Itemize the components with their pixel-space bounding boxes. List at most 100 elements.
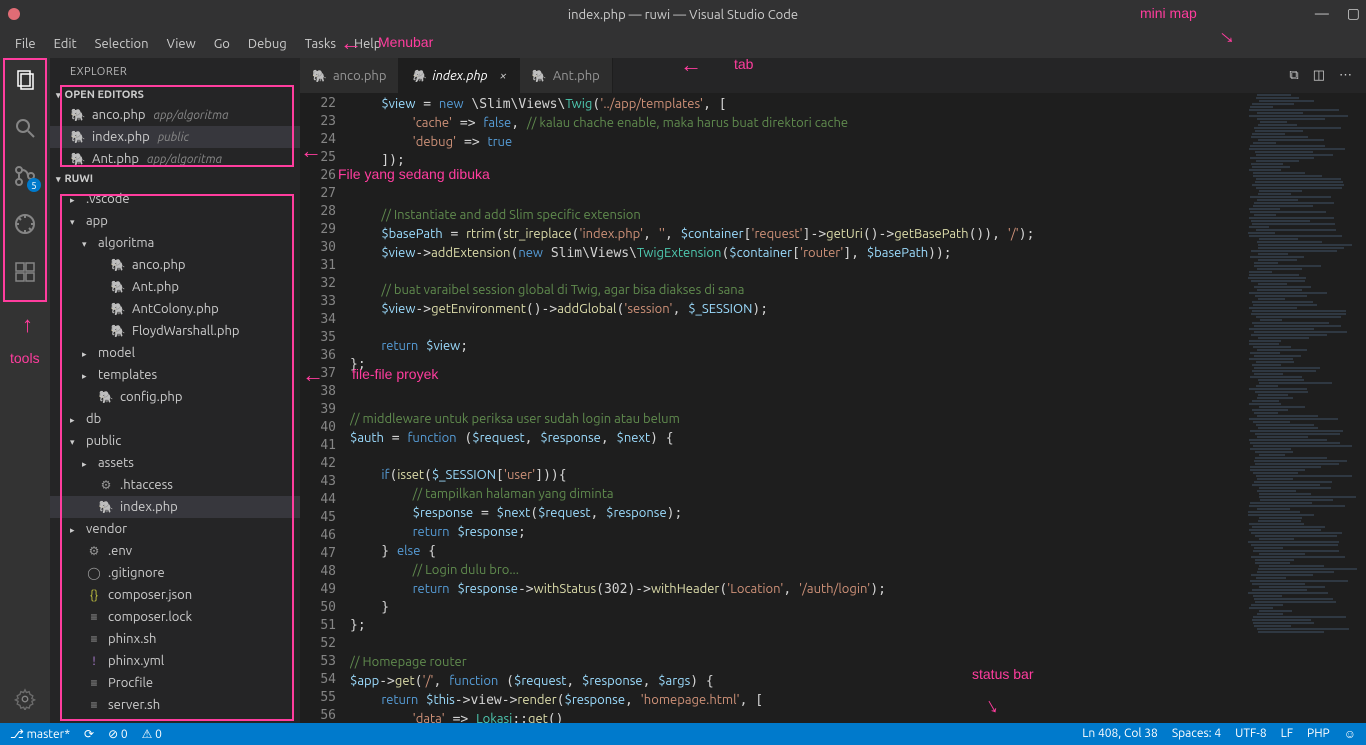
- project-header[interactable]: RUWI: [50, 170, 300, 188]
- chevron-icon: [82, 456, 92, 470]
- file-item[interactable]: ◯.gitignore: [50, 562, 300, 584]
- scm-icon[interactable]: 5: [11, 162, 39, 190]
- php-icon: 🐘: [70, 108, 86, 122]
- folder-item[interactable]: .vscode: [50, 188, 300, 210]
- tab-anco-php[interactable]: 🐘anco.php: [300, 58, 399, 93]
- chevron-icon: [70, 214, 80, 228]
- file-item[interactable]: 🐘config.php: [50, 386, 300, 408]
- file-icon: ≡: [86, 610, 102, 624]
- file-item[interactable]: 🐘Ant.php: [50, 276, 300, 298]
- file-item[interactable]: 🐘index.php: [50, 496, 300, 518]
- status-cursor[interactable]: Ln 408, Col 38: [1082, 727, 1158, 741]
- menu-go[interactable]: Go: [205, 33, 239, 55]
- status-warnings[interactable]: ⚠ 0: [142, 727, 162, 741]
- folder-item[interactable]: model: [50, 342, 300, 364]
- status-lang[interactable]: PHP: [1307, 727, 1330, 741]
- folder-item[interactable]: public: [50, 430, 300, 452]
- activity-bar: 5: [0, 58, 50, 723]
- php-icon: 🐘: [532, 69, 547, 83]
- yaml-icon: !: [86, 655, 102, 668]
- php-icon: 🐘: [411, 69, 426, 83]
- file-icon: ≡: [86, 698, 102, 712]
- folder-item[interactable]: vendor: [50, 518, 300, 540]
- php-icon: 🐘: [110, 302, 126, 316]
- menubar: FileEditSelectionViewGoDebugTasksHelp: [0, 30, 1366, 58]
- folder-item[interactable]: assets: [50, 452, 300, 474]
- gear-icon: ⚙: [98, 478, 114, 492]
- file-item[interactable]: ⚙.htaccess: [50, 474, 300, 496]
- menu-tasks[interactable]: Tasks: [296, 33, 345, 55]
- scm-badge: 5: [27, 178, 41, 192]
- folder-item[interactable]: app: [50, 210, 300, 232]
- file-item[interactable]: {}composer.json: [50, 584, 300, 606]
- debug-icon[interactable]: [11, 210, 39, 238]
- code-editor[interactable]: $view = new \Slim\Views\Twig('../app/tem…: [350, 93, 1246, 723]
- chevron-icon: [82, 236, 92, 250]
- menu-edit[interactable]: Edit: [45, 33, 86, 55]
- status-eol[interactable]: LF: [1281, 727, 1293, 741]
- status-feedback[interactable]: ☺: [1344, 727, 1356, 741]
- php-icon: 🐘: [98, 500, 114, 514]
- menu-file[interactable]: File: [6, 33, 45, 55]
- search-icon[interactable]: [11, 114, 39, 142]
- file-item[interactable]: !phinx.yml: [50, 650, 300, 672]
- chevron-icon: [70, 412, 80, 426]
- titlebar: index.php — ruwi — Visual Studio Code — …: [0, 0, 1366, 30]
- window-title: index.php — ruwi — Visual Studio Code: [568, 8, 798, 22]
- status-encoding[interactable]: UTF-8: [1235, 727, 1266, 741]
- sidebar-title: EXPLORER: [50, 58, 300, 86]
- file-item[interactable]: 🐘FloydWarshall.php: [50, 320, 300, 342]
- php-icon: 🐘: [312, 69, 327, 83]
- menu-debug[interactable]: Debug: [239, 33, 296, 55]
- status-errors[interactable]: ⊘ 0: [108, 727, 128, 741]
- sidebar: EXPLORER OPEN EDITORS 🐘anco.phpapp/algor…: [50, 58, 300, 723]
- file-item[interactable]: ≡phinx.sh: [50, 628, 300, 650]
- chevron-icon: [82, 346, 92, 360]
- menu-help[interactable]: Help: [345, 33, 390, 55]
- file-icon: ≡: [86, 676, 102, 690]
- status-spaces[interactable]: Spaces: 4: [1172, 727, 1221, 741]
- open-editor-item[interactable]: 🐘anco.phpapp/algoritma: [50, 104, 300, 126]
- file-item[interactable]: ≡server.sh: [50, 694, 300, 716]
- diff-icon[interactable]: ⧉: [1289, 68, 1298, 83]
- php-icon: 🐘: [110, 324, 126, 338]
- php-icon: 🐘: [110, 280, 126, 294]
- extensions-icon[interactable]: [11, 258, 39, 286]
- file-item[interactable]: ≡Procfile: [50, 672, 300, 694]
- file-item[interactable]: ≡composer.lock: [50, 606, 300, 628]
- gear-icon: ⚙: [86, 544, 102, 558]
- close-icon[interactable]: [8, 8, 20, 20]
- chevron-icon: [70, 192, 80, 206]
- maximize-icon[interactable]: ▢: [1347, 5, 1360, 22]
- open-editor-item[interactable]: 🐘Ant.phpapp/algoritma: [50, 148, 300, 170]
- minimap[interactable]: [1246, 93, 1366, 723]
- close-icon[interactable]: ×: [500, 69, 507, 83]
- folder-item[interactable]: db: [50, 408, 300, 430]
- tab-index-php[interactable]: 🐘index.php×: [399, 58, 519, 93]
- status-bar: ⎇ master* ⟳ ⊘ 0 ⚠ 0 Ln 408, Col 38 Space…: [0, 723, 1366, 745]
- tab-Ant-php[interactable]: 🐘Ant.php: [520, 58, 613, 93]
- minimize-icon[interactable]: —: [1315, 5, 1329, 22]
- menu-selection[interactable]: Selection: [86, 33, 158, 55]
- folder-item[interactable]: templates: [50, 364, 300, 386]
- file-item[interactable]: ⚙.env: [50, 540, 300, 562]
- open-editor-item[interactable]: 🐘index.phppublic: [50, 126, 300, 148]
- settings-icon[interactable]: [11, 685, 39, 713]
- chevron-icon: [70, 434, 80, 448]
- more-icon[interactable]: ⋯: [1339, 68, 1352, 83]
- file-item[interactable]: 🐘anco.php: [50, 254, 300, 276]
- file-item[interactable]: 🐘AntColony.php: [50, 298, 300, 320]
- open-editors-header[interactable]: OPEN EDITORS: [50, 86, 300, 104]
- chevron-icon: [70, 522, 80, 536]
- split-icon[interactable]: ◫: [1313, 68, 1325, 83]
- status-sync[interactable]: ⟳: [84, 727, 94, 741]
- php-icon: 🐘: [110, 258, 126, 272]
- folder-item[interactable]: algoritma: [50, 232, 300, 254]
- editor-group: 🐘anco.php🐘index.php×🐘Ant.php⧉◫⋯ 22 23 24…: [300, 58, 1366, 723]
- chevron-icon: [82, 368, 92, 382]
- explorer-icon[interactable]: [11, 66, 39, 94]
- php-icon: 🐘: [98, 390, 114, 404]
- php-icon: 🐘: [70, 130, 86, 144]
- status-branch[interactable]: ⎇ master*: [10, 727, 70, 741]
- menu-view[interactable]: View: [158, 33, 205, 55]
